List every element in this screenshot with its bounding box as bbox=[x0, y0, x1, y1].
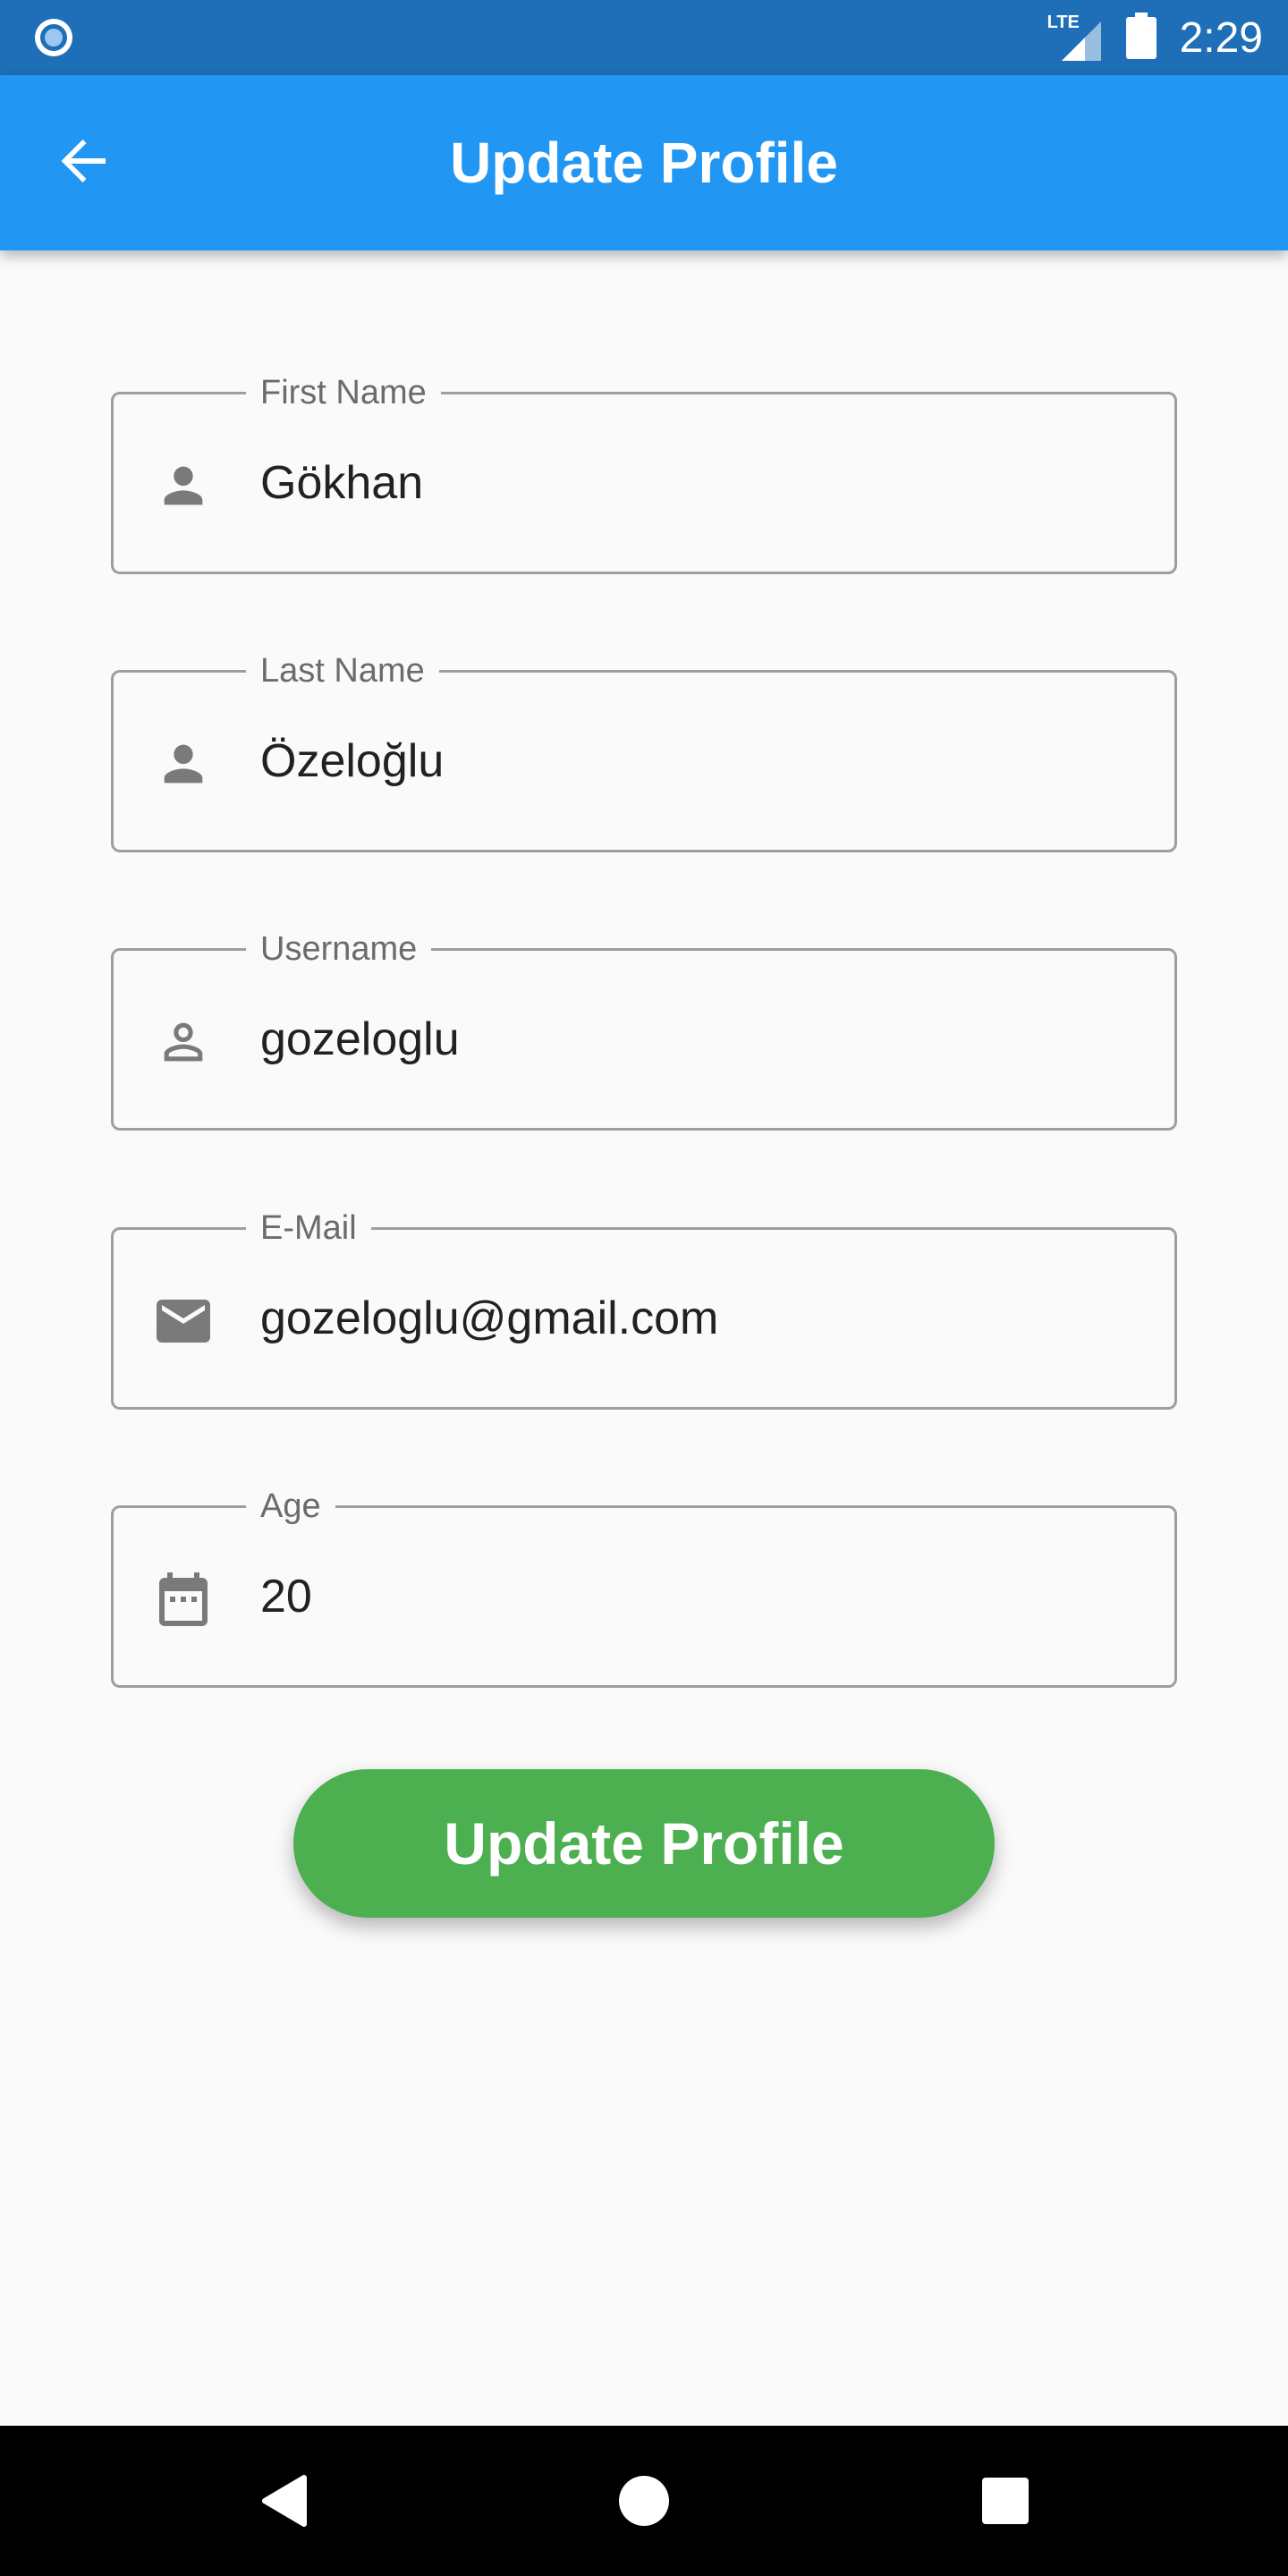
page-title: Update Profile bbox=[450, 131, 838, 195]
navigation-bar bbox=[0, 2426, 1288, 2576]
mail-icon bbox=[151, 1289, 216, 1353]
username-input[interactable]: gozeloglu bbox=[260, 951, 1148, 1128]
back-button[interactable] bbox=[48, 127, 120, 199]
app-bar: Update Profile bbox=[0, 75, 1288, 250]
calendar-icon bbox=[151, 1567, 216, 1631]
age-input[interactable]: 20 bbox=[260, 1508, 1148, 1685]
first-name-input[interactable]: Gökhan bbox=[260, 394, 1148, 572]
screen: LTE 2:29 Update Profile First Name Gökha… bbox=[0, 0, 1288, 2576]
recents-square-icon bbox=[981, 2477, 1030, 2529]
first-name-field[interactable]: First Name Gökhan bbox=[111, 371, 1177, 574]
lte-signal-icon: LTE bbox=[1046, 13, 1103, 63]
network-type: LTE bbox=[1046, 13, 1080, 32]
status-time: 2:29 bbox=[1179, 13, 1263, 62]
battery-icon bbox=[1125, 12, 1157, 64]
email-input[interactable]: gozeloglu@gmail.com bbox=[260, 1230, 1148, 1407]
status-bar: LTE 2:29 bbox=[0, 0, 1288, 75]
nav-recents-button[interactable] bbox=[970, 2467, 1041, 2538]
username-field[interactable]: Username gozeloglu bbox=[111, 928, 1177, 1131]
person-outline-icon bbox=[151, 1010, 216, 1074]
person-icon bbox=[151, 453, 216, 518]
update-profile-button[interactable]: Update Profile bbox=[293, 1769, 995, 1918]
nav-home-button[interactable] bbox=[608, 2467, 680, 2538]
person-icon bbox=[151, 732, 216, 796]
arrow-back-icon bbox=[55, 132, 113, 194]
status-right: LTE 2:29 bbox=[1046, 0, 1263, 75]
age-field[interactable]: Age 20 bbox=[111, 1485, 1177, 1688]
last-name-field[interactable]: Last Name Özeloğlu bbox=[111, 649, 1177, 852]
nav-back-button[interactable] bbox=[247, 2467, 318, 2538]
last-name-input[interactable]: Özeloğlu bbox=[260, 673, 1148, 850]
email-field[interactable]: E-Mail gozeloglu@gmail.com bbox=[111, 1207, 1177, 1410]
notification-dot-icon bbox=[32, 16, 75, 59]
back-triangle-icon bbox=[258, 2474, 308, 2532]
home-circle-icon bbox=[617, 2474, 671, 2532]
